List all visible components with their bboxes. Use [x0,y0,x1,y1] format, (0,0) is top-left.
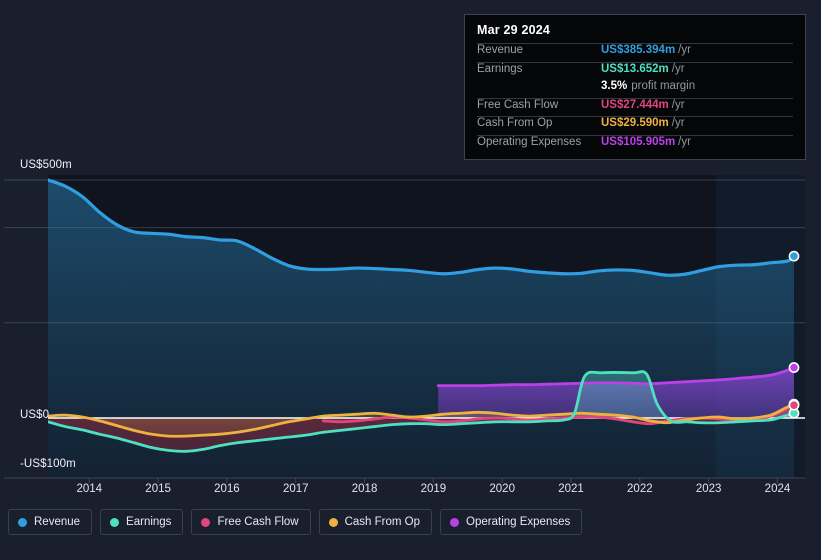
tooltip-row-value-wrap: 3.5% profit margin [601,80,695,92]
x-axis-label-2022: 2022 [627,483,653,495]
tooltip-row-label: Operating Expenses [477,135,582,148]
legend-item-label: Cash From Op [344,516,421,528]
tooltip-row-unit: profit margin [631,80,696,92]
tooltip-row: Operating Expenses US$105.905m/yr [477,134,793,154]
legend-item-label: Operating Expenses [466,516,571,528]
operating-expenses-endpoint-marker [788,362,800,373]
tooltip-row: Revenue US$385.394m/yr [477,43,793,62]
tooltip-row: Earnings US$13.652m/yr [477,61,793,81]
tooltip-row-value-wrap: US$27.444m/yr [601,99,685,111]
x-axis-label-2016: 2016 [214,483,240,495]
financial-chart-page: US$500m US$0 -US$100m 2014 2015 2016 2017 20… [0,0,821,560]
legend-item-label: Free Cash Flow [217,516,299,528]
tooltip-row: Cash From Op US$29.590m/yr [477,116,793,135]
free-cash-flow-endpoint-marker [788,399,800,411]
tooltip-row-value: US$385.394m [601,44,676,56]
tooltip-row-unit: /yr [678,135,691,148]
x-axis-label-2023: 2023 [695,483,722,495]
legend-color-dot-icon [18,517,27,527]
tooltip-row-value: US$105.905m [601,135,676,148]
x-axis-label-2021: 2021 [558,483,584,495]
tooltip-rows: Revenue US$385.394m/yr Earnings US$13.652m /… [477,43,793,153]
data-tooltip: Mar 29 2024 Revenue US$385.394m/yr Earning… [464,14,806,160]
tooltip-row-value-wrap: US$13.652m/yr [601,63,685,75]
legend-color-dot-icon [328,517,338,527]
tooltip-row-unit: /yr [671,117,685,129]
legend-item-label: Revenue [34,516,81,528]
tooltip-row-label: Cash From Op [477,117,553,129]
legend-color-dot-icon [201,517,211,527]
legend-item-free-cash-flow[interactable]: Free Cash Flow [191,509,311,535]
legend-color-dot-icon [110,517,120,527]
tooltip-row-value-wrap: US$385.394m/yr [601,44,691,56]
x-axis-label-2020: 2020 [489,483,515,495]
chart-legend: Revenue Earnings Free Cash Flow Cash From O… [8,505,583,539]
tooltip-row: 3.5% profit margin [477,80,793,98]
revenue-endpoint-marker [788,250,800,262]
tooltip-row-label: Earnings [477,62,523,75]
tooltip-row-value-wrap: US$105.905m/yr [601,136,691,148]
tooltip-row: Free Cash Flow US$27.444m/yr [477,97,793,117]
tooltip-row-label: Revenue [477,44,524,56]
tooltip-row-value: US$29.590m [601,117,669,129]
x-axis-label-2018: 2018 [351,483,378,495]
tooltip-row-unit: /yr [671,62,685,75]
tooltip-row-value-wrap: US$29.590m/yr [601,117,685,129]
tooltip-row-unit: /yr [671,98,685,111]
legend-color-dot-icon [450,517,460,527]
legend-item-revenue[interactable]: Revenue [8,509,93,535]
x-axis-label-2014: 2014 [76,483,103,495]
x-axis: 2014 2015 2016 2017 2018 2019 2020 2021 2022 2023… [0,483,821,501]
tooltip-row-value: 3.5% [601,80,628,92]
legend-item-earnings[interactable]: Earnings [100,509,184,535]
legend-item-label: Earnings [126,516,172,528]
tooltip-row-unit: /yr [678,44,691,56]
legend-item-operating-expenses[interactable]: Operating Expenses [440,509,583,535]
tooltip-date: Mar 29 2024 [477,23,551,37]
x-axis-label-2015: 2015 [145,483,171,495]
x-axis-label-2019: 2019 [420,483,447,495]
x-axis-label-2017: 2017 [282,483,309,495]
x-axis-label-2024: 2024 [764,483,791,495]
tooltip-row-value: US$13.652m [601,62,669,75]
legend-item-cash-from-op[interactable]: Cash From Op [318,509,433,535]
tooltip-row-value: US$27.444m [601,98,669,111]
tooltip-row-label: Free Cash Flow [477,98,559,111]
